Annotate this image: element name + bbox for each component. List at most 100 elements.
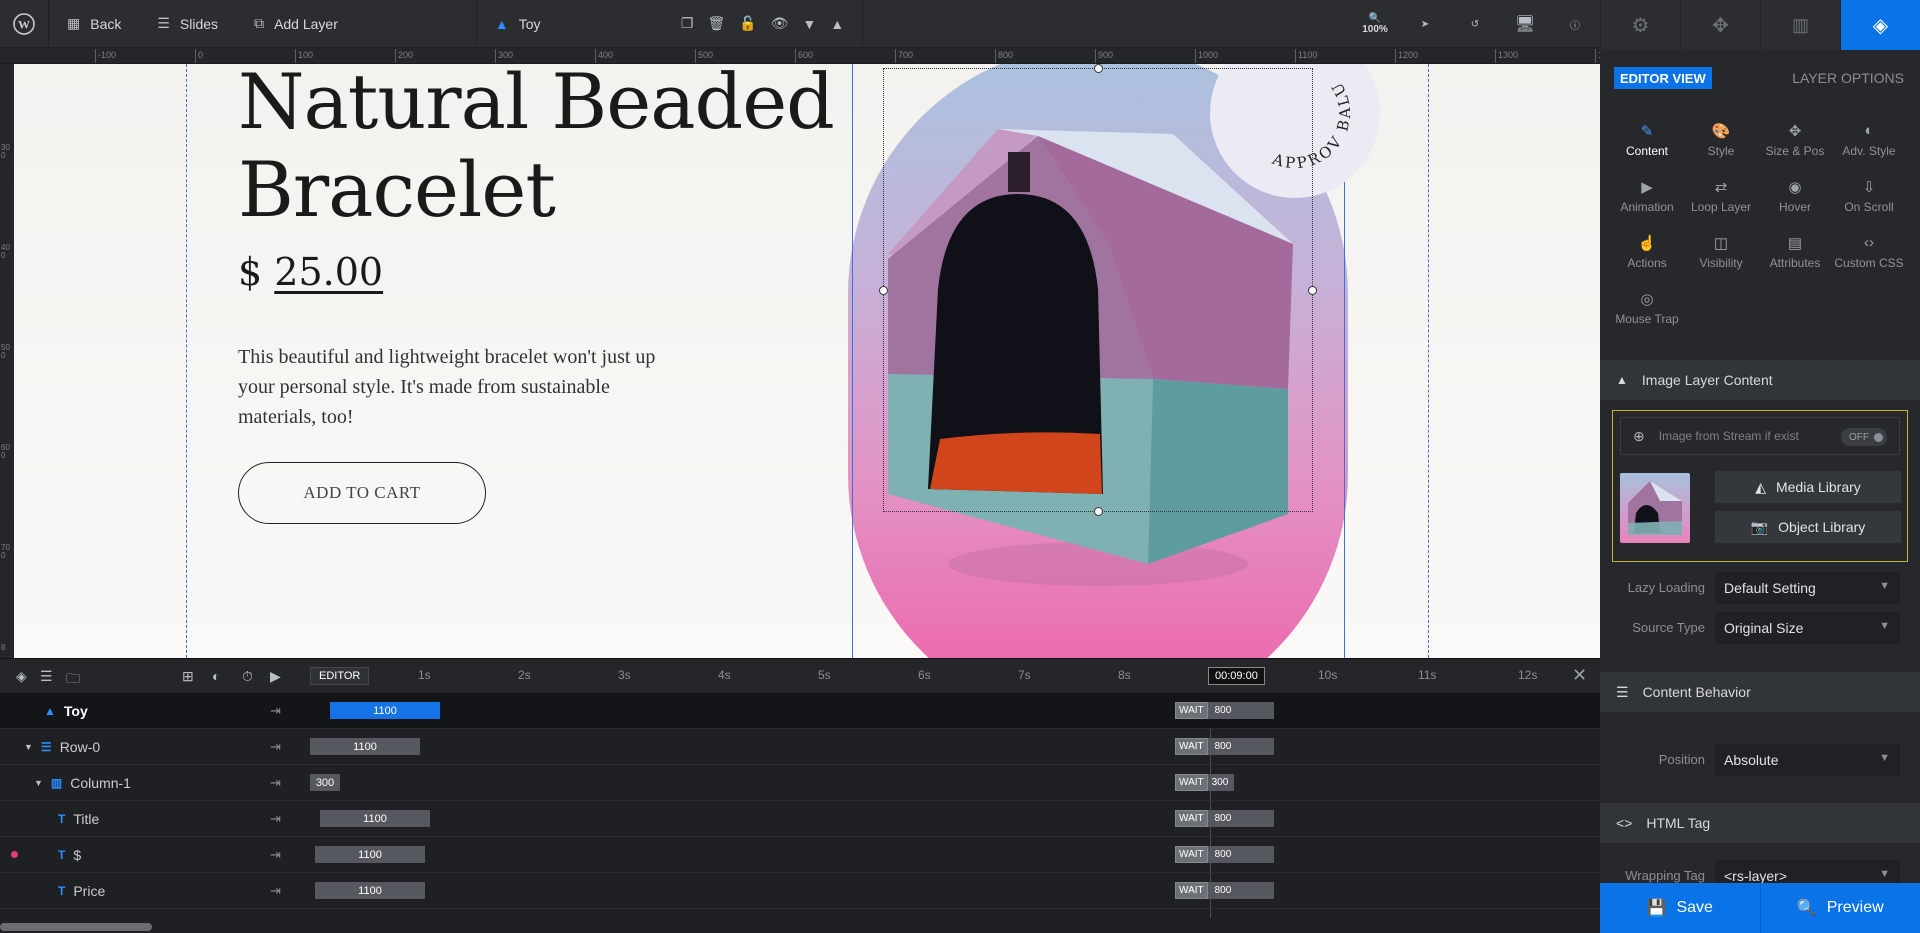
end-animation-bar[interactable]: WAIT 800 [1175,738,1274,755]
back-button[interactable]: ▦ Back [49,0,139,48]
layers-icon[interactable]: ◈ [16,668,27,685]
start-animation-bar[interactable]: 1100 [320,810,430,827]
add-layer-button[interactable]: ⧉ Add Layer [236,0,356,48]
end-animation-bar[interactable]: WAIT 800 [1175,810,1274,827]
row-end-icon[interactable]: ⇥ [270,811,281,827]
duplicate-icon[interactable]: ❐ [681,15,694,32]
option-tab-actions[interactable]: ☝ Actions [1610,234,1684,276]
product-description[interactable]: This beautiful and lightweight bracelet … [238,342,678,432]
row-end-icon[interactable]: ⇥ [270,739,281,755]
save-button[interactable]: 💾 Save [1600,883,1760,933]
tab-layers[interactable]: ◈ [1840,0,1920,50]
end-animation-bar[interactable]: WAIT 800 [1175,882,1274,899]
tab-settings[interactable]: ⚙ [1600,0,1680,50]
product-title[interactable]: Natural Beaded Bracelet [238,64,835,234]
start-animation-bar[interactable]: 1100 [310,738,420,755]
content-behavior-header[interactable]: ☰ Content Behavior [1600,672,1920,712]
resize-handle-top[interactable] [1094,64,1103,73]
current-layer-selector[interactable]: ▲ Toy [477,0,663,48]
close-icon[interactable]: ✕ [1572,665,1587,686]
media-library-button[interactable]: ◭ Media Library [1715,471,1901,503]
end-animation-bar[interactable]: WAIT 800 [1175,846,1274,863]
timeline-scrollbar[interactable] [0,923,152,931]
option-tab-mouse-trap[interactable]: ◎ Mouse Trap [1610,290,1684,332]
selected-layer-box[interactable] [879,64,1317,516]
ruler-tick-label: 1300 [1498,50,1519,60]
image-layer-content-header[interactable]: ▲ Image Layer Content [1600,360,1920,400]
grid-select-icon[interactable]: ⊞ [182,668,194,685]
caret-down-icon[interactable]: ▼ [34,778,43,788]
position-select[interactable]: Absolute ▼ [1715,744,1900,776]
html-tag-header[interactable]: <> HTML Tag [1600,803,1920,843]
start-animation-bar[interactable]: 1100 [330,702,440,719]
tab-navigation[interactable]: ✥ [1680,0,1760,50]
option-tab-loop-layer[interactable]: ⇄ Loop Layer [1684,178,1758,220]
resize-handle-bottom[interactable] [1094,507,1103,516]
end-animation-bar[interactable]: WAIT 800 [1175,702,1274,719]
visibility-icon[interactable]: 👁 [771,15,789,32]
product-price[interactable]: $ 25.00 [238,250,383,294]
start-animation-bar[interactable]: 1100 [315,846,425,863]
slide-canvas[interactable]: Natural Beaded Bracelet $ 25.00 This bea… [14,64,1600,658]
move-down-icon[interactable]: ▼ [802,16,816,32]
start-animation-bar[interactable]: 300 [310,774,340,791]
end-animation-bar[interactable]: WAIT 300 [1175,774,1234,791]
zoom-control[interactable]: 🔍 100% [1350,0,1400,48]
timeline-row-title[interactable]: T Title ⇥ 1100 WAIT 800 [0,801,1600,837]
resize-handle-left[interactable] [879,286,888,295]
select-tool[interactable]: ➤ [1400,0,1450,48]
move-up-icon[interactable]: ▲ [830,16,844,32]
play-icon[interactable]: ▶ [270,668,281,685]
timeline-row-currency[interactable]: T $ ⇥ 1100 WAIT 800 [0,837,1600,873]
ruler-tick-label: 900 [1098,50,1114,60]
caret-down-icon[interactable]: ▼ [24,742,33,752]
option-tab-style[interactable]: 🎨 Style [1684,122,1758,164]
option-tab-attributes[interactable]: ▤ Attributes [1758,234,1832,276]
row-end-icon[interactable]: ⇥ [270,703,281,719]
option-tab-on-scroll[interactable]: ⇩ On Scroll [1832,178,1906,220]
undo-button[interactable]: ↺ [1450,0,1500,48]
wrapping-tag-select[interactable]: <rs-layer> ▼ [1715,860,1900,883]
option-tab-hover[interactable]: ◉ Hover [1758,178,1832,220]
timeline-row-price[interactable]: T Price ⇥ 1100 WAIT 800 [0,873,1600,909]
magnet-icon[interactable]: ◐ [212,668,220,684]
delete-icon[interactable]: 🗑 [707,15,725,32]
lazy-loading-row: Lazy Loading Default Setting ▼ [1600,572,1920,604]
preview-button[interactable]: 🔍 Preview [1759,883,1920,933]
option-tab-custom-css[interactable]: ‹› Custom CSS [1832,234,1906,276]
tab-slides[interactable]: ▥ [1760,0,1840,50]
timer-icon[interactable]: ⏱ [242,668,253,685]
row-end-icon[interactable]: ⇥ [270,883,281,899]
start-animation-bar[interactable]: 1100 [315,882,425,899]
option-tab-content[interactable]: ✎ Content [1610,122,1684,164]
source-type-select[interactable]: Original Size ▼ [1715,612,1900,644]
slides-button[interactable]: ☰ Slides [139,0,236,48]
layer-options-panel: EDITOR VIEW LAYER OPTIONS ✎ Content 🎨 Style… [1600,50,1920,883]
list-icon[interactable]: ☰ [40,668,53,685]
option-tab-animation[interactable]: ▶ Animation [1610,178,1684,220]
device-selector[interactable]: 🖥 [1500,0,1550,48]
option-tab-adv-style[interactable]: ◐ Adv. Style [1832,122,1906,164]
timeline-row-row-0[interactable]: ▼ ☰ Row-0 ⇥ 1100 WAIT 800 [0,729,1600,765]
menu-icon: ☰ [1616,683,1629,700]
help-button[interactable]: ⓘ [1550,0,1600,48]
option-tab-size-pos[interactable]: ✥ Size & Pos [1758,122,1832,164]
timeline-row-column-1[interactable]: ▼ ▥ Column-1 ⇥ 300 WAIT 300 [0,765,1600,801]
stream-toggle[interactable]: OFF [1841,428,1887,446]
object-library-button[interactable]: 📷 Object Library [1715,511,1901,543]
editor-tag[interactable]: EDITOR [310,667,370,685]
row-end-icon[interactable]: ⇥ [270,775,281,791]
image-thumbnail[interactable] [1620,473,1690,543]
editor-view-badge[interactable]: EDITOR VIEW [1614,67,1712,89]
add-to-cart-button[interactable]: ADD TO CART [238,462,486,524]
folder-icon[interactable]: 🗀 [66,668,80,692]
row-end-icon[interactable]: ⇥ [270,847,281,863]
lock-icon[interactable]: 🔓 [739,15,756,32]
lazy-loading-select[interactable]: Default Setting ▼ [1715,572,1900,604]
wait-tag: WAIT [1175,810,1208,827]
option-tab-visibility[interactable]: ◫ Visibility [1684,234,1758,276]
timeline-row-toy[interactable]: ▲ Toy ⇥ 1100 WAIT 800 [0,693,1600,729]
wordpress-logo-icon[interactable]: W [0,0,48,48]
current-time-display[interactable]: 00:09:00 [1208,667,1265,685]
resize-handle-right[interactable] [1308,286,1317,295]
